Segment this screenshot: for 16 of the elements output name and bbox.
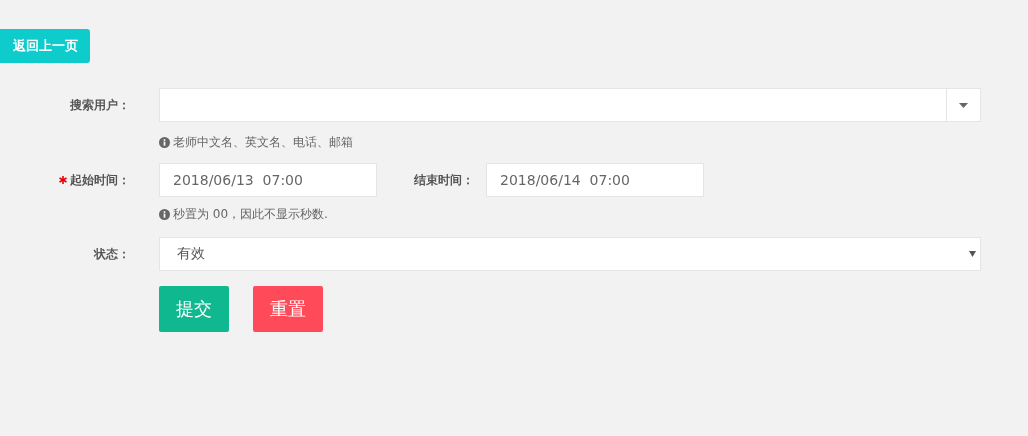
date-field[interactable]: 2018/06/13 07:00 [159, 163, 377, 197]
hint-text: 秒置为 00，因此不显示秒数. [173, 206, 328, 223]
field-label: 起始时间： [70, 171, 130, 189]
caret-icon [959, 102, 968, 108]
info-icon [159, 137, 170, 148]
caret-icon [969, 251, 976, 257]
required-icon [59, 176, 67, 184]
field-label: 搜索用户： [70, 96, 130, 114]
reset-button[interactable]: 重置 [253, 286, 323, 332]
hint-text: 老师中文名、英文名、电话、邮箱 [173, 134, 353, 151]
field-label: 状态： [94, 245, 130, 263]
search-user-dropdown[interactable] [159, 88, 981, 122]
date-field[interactable]: 2018/06/14 07:00 [486, 163, 704, 197]
field-label: 结束时间： [414, 171, 474, 189]
status-select[interactable]: 有效 [159, 237, 981, 271]
info-icon [159, 209, 170, 220]
